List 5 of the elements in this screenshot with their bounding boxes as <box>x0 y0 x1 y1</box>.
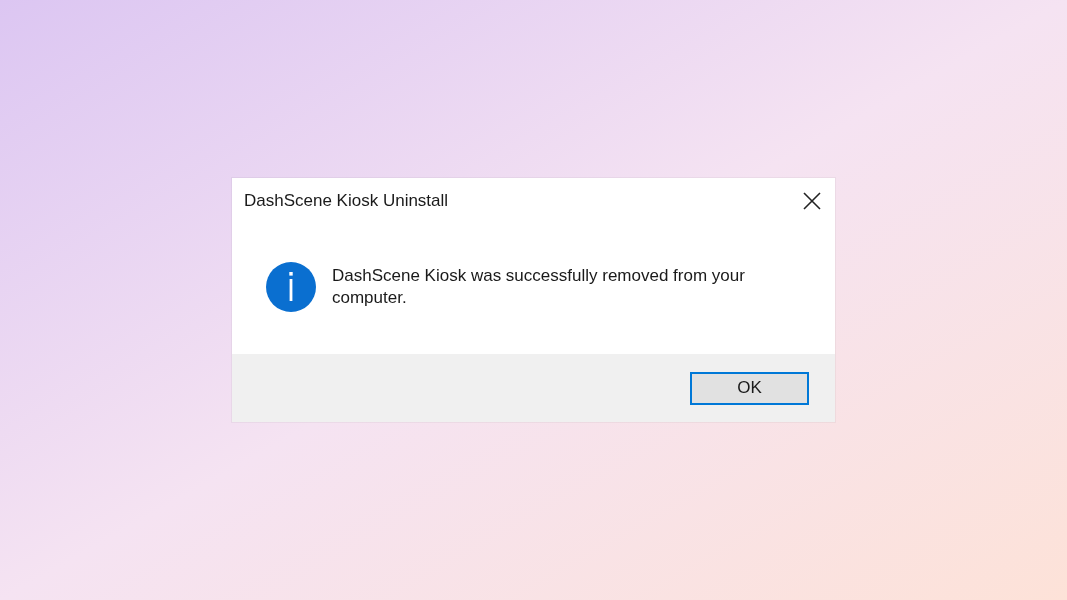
info-icon <box>266 262 316 312</box>
close-icon <box>803 192 821 210</box>
ok-button[interactable]: OK <box>690 371 809 405</box>
window-title: DashScene Kiosk Uninstall <box>244 190 449 213</box>
message-text: DashScene Kiosk was successfully removed from your computer. <box>332 265 746 309</box>
